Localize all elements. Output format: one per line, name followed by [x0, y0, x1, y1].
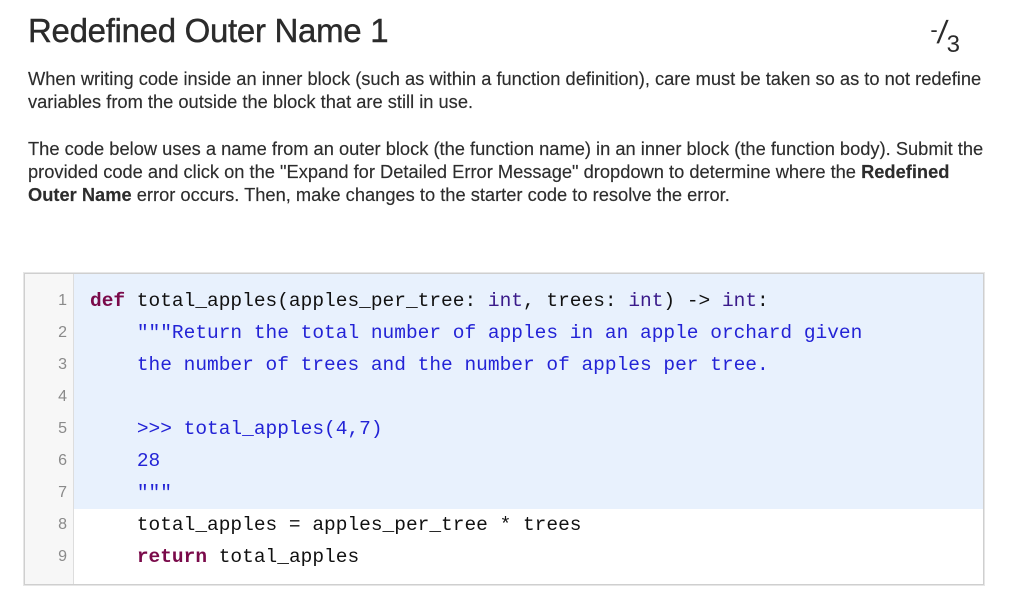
code-line[interactable]: 7 """	[25, 477, 983, 509]
code-token-bi: int	[487, 290, 523, 312]
score-total: 3	[946, 31, 960, 58]
line-number: 4	[58, 388, 67, 405]
code-token-op	[90, 418, 137, 440]
score-indicator: -/3	[930, 14, 960, 58]
question-title: Redefined Outer Name 1	[28, 12, 389, 49]
description-paragraph-2: The code below uses a name from an outer…	[28, 137, 988, 206]
code-line[interactable]: 1 def total_apples(apples_per_tree: int, …	[25, 285, 983, 317]
code-token-bi: int	[721, 290, 758, 312]
code-token-kw: def	[90, 290, 126, 312]
description-paragraph-1: When writing code inside an inner block …	[28, 68, 982, 112]
code-token-op: total_apples(apples_per_tree:	[125, 290, 488, 312]
code-token-str: """	[136, 482, 172, 504]
line-number: 9	[58, 548, 67, 565]
code-line[interactable]: 5 >>> total_apples(4,7)	[25, 413, 983, 445]
line-number: 1	[58, 292, 67, 309]
code-token-op: , trees:	[522, 290, 629, 312]
code-line[interactable]: 2 """Return the total number of apples i…	[25, 317, 983, 349]
code-text[interactable]: >>> total_apples(4,7)	[74, 413, 983, 445]
code-token-str: the number of trees and the number of ap…	[136, 354, 769, 376]
code-line[interactable]: 6 28	[25, 445, 983, 477]
line-number: 7	[58, 484, 67, 501]
paragraph-2-text-before: The code below uses a name from an outer…	[28, 138, 984, 182]
line-number: 8	[58, 516, 67, 533]
code-token-op	[90, 450, 137, 472]
code-text[interactable]: return total_apples	[74, 541, 983, 573]
code-editor[interactable]: 1 def total_apples(apples_per_tree: int, …	[24, 273, 984, 585]
code-text[interactable]	[74, 381, 983, 413]
code-line[interactable]: 3 the number of trees and the number of …	[25, 349, 983, 381]
line-number: 5	[58, 420, 67, 437]
code-token-str: >>> total_apples(4,7)	[136, 418, 383, 440]
code-text[interactable]: the number of trees and the number of ap…	[74, 349, 983, 381]
line-number: 3	[58, 356, 67, 373]
code-lines[interactable]: 1 def total_apples(apples_per_tree: int, …	[25, 285, 983, 573]
line-number: 6	[58, 452, 67, 469]
code-token-op: total_apples	[207, 546, 360, 568]
code-token-op	[90, 322, 137, 344]
code-token-bi: int	[628, 290, 664, 312]
code-token-str: """Return the total number of apples in …	[136, 322, 863, 344]
code-line[interactable]: 8 total_apples = apples_per_tree * trees	[25, 509, 983, 541]
code-text[interactable]: 28	[74, 445, 983, 477]
code-text[interactable]: """	[74, 477, 983, 509]
code-token-op	[90, 546, 137, 568]
code-token-kw: return	[136, 546, 208, 568]
code-text[interactable]: """Return the total number of apples in …	[74, 317, 983, 349]
code-token-str: 28	[136, 450, 161, 472]
highlight-top-strip	[74, 274, 983, 285]
code-token-op	[90, 482, 137, 504]
code-token-op: ) ->	[663, 290, 722, 312]
code-token-op	[90, 354, 137, 376]
code-token-op: total_apples = apples_per_tree * trees	[90, 514, 582, 536]
paragraph-2-text-after: error occurs. Then, make changes to the …	[131, 184, 730, 205]
code-line[interactable]: 4	[25, 381, 983, 413]
code-token-op: :	[757, 290, 769, 312]
code-text[interactable]: def total_apples(apples_per_tree: int, t…	[74, 285, 983, 317]
code-line[interactable]: 9 return total_apples	[25, 541, 983, 573]
code-text[interactable]: total_apples = apples_per_tree * trees	[74, 509, 983, 541]
line-number: 2	[58, 324, 67, 341]
